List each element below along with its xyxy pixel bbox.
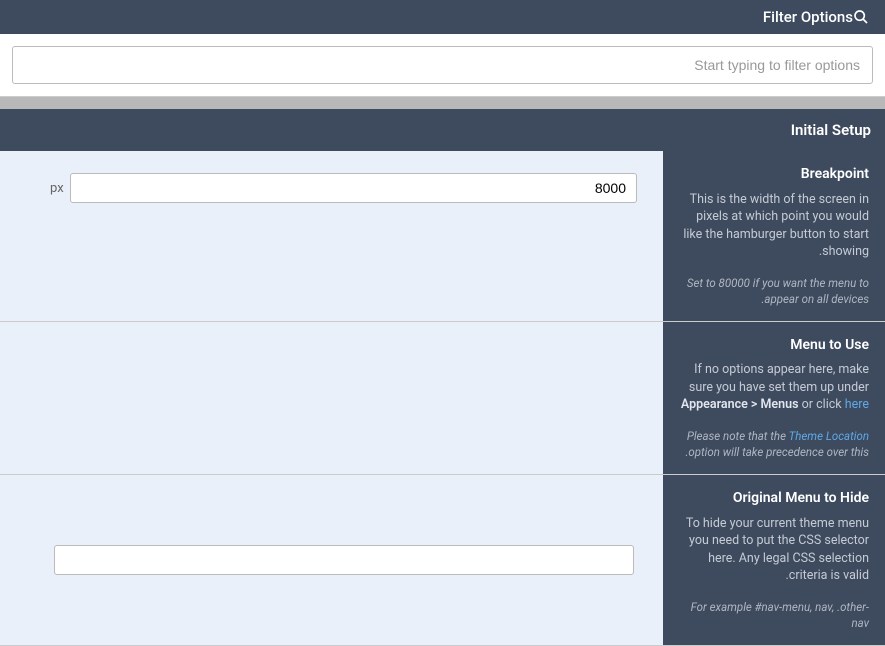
- breakpoint-input-wrap: px: [50, 173, 637, 203]
- filter-bar: [0, 34, 885, 97]
- option-info: Original Menu to Hide To hide your curre…: [663, 475, 885, 645]
- option-control: [0, 475, 663, 645]
- app-header: Filter Options: [0, 0, 885, 34]
- option-title: Menu to Use: [679, 336, 869, 356]
- search-icon: [853, 9, 869, 25]
- section-header: Initial Setup: [0, 109, 885, 151]
- option-note: Set to 80000 if you want the menu to app…: [679, 275, 869, 307]
- suffix-label: px: [50, 181, 64, 196]
- option-control: px: [0, 151, 663, 321]
- option-row-hide: Original Menu to Hide To hide your curre…: [0, 475, 885, 646]
- section-spacer: [0, 97, 885, 109]
- option-desc: This is the width of the screen in pixel…: [679, 191, 869, 261]
- option-desc: To hide your current theme menu you need…: [679, 515, 869, 585]
- option-title: Original Menu to Hide: [679, 489, 869, 509]
- option-control: [0, 322, 663, 474]
- header-title: Filter Options: [763, 8, 853, 26]
- option-info: Breakpoint This is the width of the scre…: [663, 151, 885, 321]
- option-row-menu: Menu to Use If no options appear here, m…: [0, 322, 885, 475]
- option-desc: If no options appear here, make sure you…: [679, 361, 869, 414]
- filter-input[interactable]: [12, 46, 873, 84]
- breakpoint-input[interactable]: [70, 173, 637, 203]
- option-note: For example #nav-menu, nav, .other-nav: [679, 599, 869, 631]
- option-row-breakpoint: Breakpoint This is the width of the scre…: [0, 151, 885, 322]
- option-note: Please note that the Theme Location opti…: [679, 428, 869, 460]
- menus-link[interactable]: here: [845, 397, 869, 412]
- option-info: Menu to Use If no options appear here, m…: [663, 322, 885, 474]
- theme-location-link[interactable]: Theme Location: [789, 429, 869, 443]
- hide-selector-input[interactable]: [54, 545, 634, 575]
- option-title: Breakpoint: [679, 165, 869, 185]
